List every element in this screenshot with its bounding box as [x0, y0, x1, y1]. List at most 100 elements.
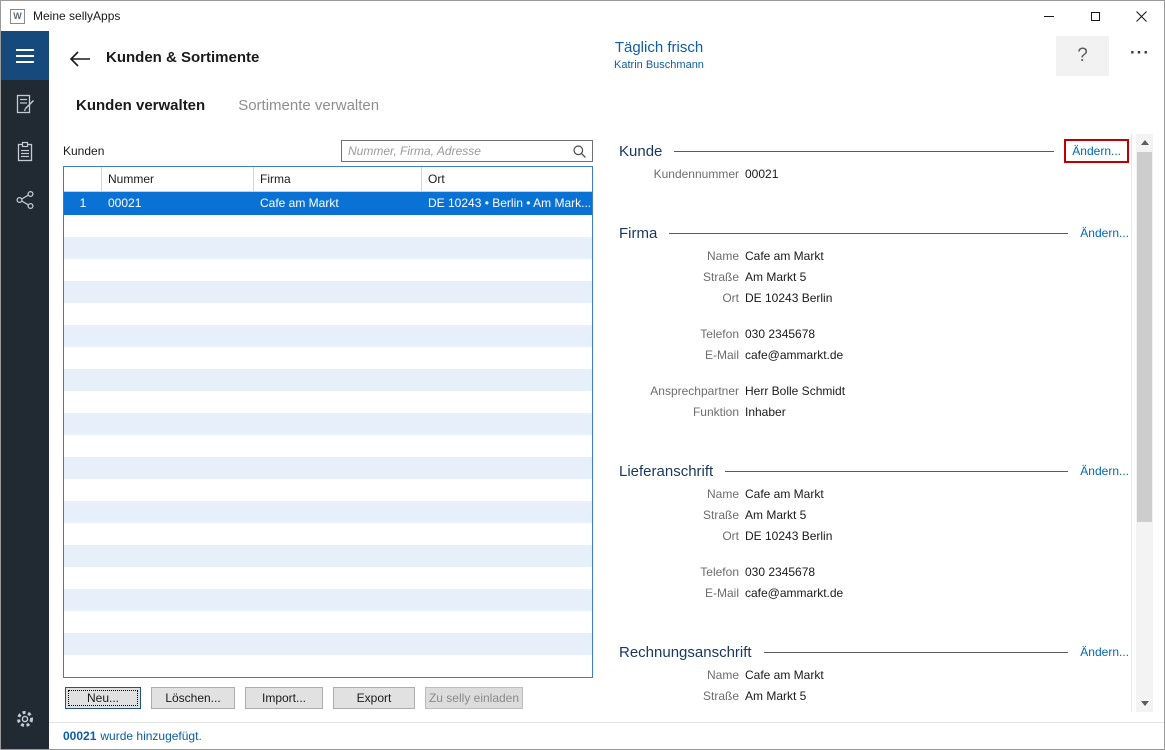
sidebar	[1, 31, 49, 749]
field-value: DE 10243 Berlin	[745, 526, 832, 547]
field-label: Ort	[611, 288, 745, 309]
titlebar: W Meine sellyApps	[1, 1, 1164, 31]
tab-sortimente-verwalten[interactable]: Sortimente verwalten	[238, 93, 379, 119]
section-rule	[725, 471, 1068, 472]
delete-button[interactable]: Löschen...	[151, 687, 235, 709]
field-label: Name	[611, 246, 745, 267]
change-firma-link[interactable]: Ändern...	[1080, 226, 1129, 240]
minimize-button[interactable]	[1026, 1, 1072, 31]
tabbar: Kunden verwalten Sortimente verwalten	[49, 93, 379, 119]
tab-kunden-verwalten[interactable]: Kunden verwalten	[76, 93, 205, 119]
field-value: cafe@ammarkt.de	[745, 583, 843, 604]
change-kunde-link[interactable]: Ändern...	[1072, 144, 1121, 158]
status-message: wurde hinzugefügt.	[100, 729, 201, 743]
help-icon: ?	[1077, 45, 1088, 67]
triangle-down-icon	[1141, 701, 1149, 706]
status-highlight: 00021	[63, 729, 96, 743]
close-button[interactable]	[1118, 1, 1164, 31]
field-value: Am Markt 5	[745, 686, 806, 707]
export-button[interactable]: Export	[333, 687, 415, 709]
scrollbar-thumb[interactable]	[1137, 152, 1152, 522]
section-header: Lieferanschrift Ändern...	[611, 459, 1129, 483]
table-empty-rows	[64, 215, 592, 677]
app-icon: W	[10, 9, 25, 24]
maximize-icon	[1091, 12, 1100, 21]
sidebar-item-settings[interactable]	[1, 695, 49, 743]
menu-button[interactable]	[1, 31, 49, 80]
sidebar-item-lists[interactable]	[1, 128, 49, 176]
window-controls	[1026, 1, 1164, 31]
field-label: Name	[611, 665, 745, 686]
field-label: Telefon	[611, 324, 745, 345]
search-input[interactable]	[341, 140, 593, 162]
field-label: Straße	[611, 686, 745, 707]
field-value: 030 2345678	[745, 324, 815, 345]
share-icon	[14, 189, 36, 211]
section-header: Kunde Ändern...	[611, 139, 1129, 163]
field-label: Funktion	[611, 402, 745, 423]
field-value: Am Markt 5	[745, 505, 806, 526]
section-title: Lieferanschrift	[611, 463, 713, 480]
cell-firma: Cafe am Markt	[254, 192, 422, 215]
cell-nummer: 00021	[102, 192, 254, 215]
section-body: NameCafe am Markt StraßeAm Markt 5 OrtDE…	[611, 246, 1129, 423]
customer-actions: Neu... Löschen... Import... Export Zu se…	[65, 687, 523, 709]
ellipsis-icon: ···	[1130, 43, 1150, 62]
edit-document-icon	[14, 93, 36, 115]
section-body: Kundennummer00021	[611, 164, 1129, 185]
hamburger-icon	[16, 49, 34, 51]
help-button[interactable]: ?	[1056, 36, 1109, 76]
app-window: W Meine sellyApps	[0, 0, 1165, 750]
sidebar-item-share[interactable]	[1, 176, 49, 224]
panel-divider	[1131, 134, 1132, 712]
new-button[interactable]: Neu...	[65, 687, 141, 709]
field-label: Ansprechpartner	[611, 381, 745, 402]
field-value: Inhaber	[745, 402, 786, 423]
field-label: E-Mail	[611, 345, 745, 366]
back-arrow-icon	[68, 49, 92, 69]
field-value: Herr Bolle Schmidt	[745, 381, 845, 402]
annotation-highlight-box: Ändern...	[1064, 139, 1129, 163]
back-button[interactable]	[65, 44, 95, 74]
section-rule	[764, 652, 1069, 653]
sidebar-item-orders[interactable]	[1, 80, 49, 128]
tenant-info: Täglich frisch Katrin Buschmann	[589, 39, 729, 71]
scroll-down-button[interactable]	[1136, 695, 1153, 712]
detail-scrollbar[interactable]	[1136, 134, 1153, 712]
minimize-icon	[1044, 16, 1054, 17]
scroll-up-button[interactable]	[1136, 134, 1153, 151]
column-header-ort[interactable]: Ort	[422, 167, 592, 191]
customer-detail-panel: Kunde Ändern... Kundennummer00021 Firma …	[611, 139, 1129, 707]
tenant-name: Täglich frisch	[589, 39, 729, 56]
field-label: Straße	[611, 505, 745, 526]
section-title: Kunde	[611, 143, 662, 160]
column-header-nummer[interactable]: Nummer	[102, 167, 254, 191]
table-row[interactable]: 1 00021 Cafe am Markt DE 10243 • Berlin …	[64, 192, 592, 215]
maximize-button[interactable]	[1072, 1, 1118, 31]
change-rechnungsanschrift-link[interactable]: Ändern...	[1080, 645, 1129, 659]
tenant-user: Katrin Buschmann	[589, 59, 729, 71]
more-button[interactable]: ···	[1130, 43, 1150, 63]
customers-panel: Kunden Nummer Firma Ort 1 00021 Cafe am …	[63, 140, 593, 710]
field-label: Telefon	[611, 562, 745, 583]
field-value: Cafe am Markt	[745, 665, 824, 686]
column-header-firma[interactable]: Firma	[254, 167, 422, 191]
field-value: Cafe am Markt	[745, 484, 824, 505]
page-header: Kunden & Sortimente Täglich frisch Katri…	[49, 31, 1164, 93]
section-header: Firma Ändern...	[611, 221, 1129, 245]
close-icon	[1136, 11, 1147, 22]
field-label: Name	[611, 484, 745, 505]
field-label: E-Mail	[611, 583, 745, 604]
section-rule	[669, 233, 1068, 234]
window-title: Meine sellyApps	[33, 9, 120, 23]
import-button[interactable]: Import...	[245, 687, 323, 709]
settings-icon	[14, 708, 36, 730]
section-title: Rechnungsanschrift	[611, 644, 752, 661]
section-firma: Firma Ändern... NameCafe am Markt Straße…	[611, 221, 1129, 423]
field-label: Kundennummer	[611, 164, 745, 185]
table-header: Nummer Firma Ort	[64, 167, 592, 192]
change-lieferanschrift-link[interactable]: Ändern...	[1080, 464, 1129, 478]
column-header-index[interactable]	[64, 167, 102, 191]
clipboard-icon	[14, 141, 36, 163]
page-title: Kunden & Sortimente	[106, 49, 259, 66]
